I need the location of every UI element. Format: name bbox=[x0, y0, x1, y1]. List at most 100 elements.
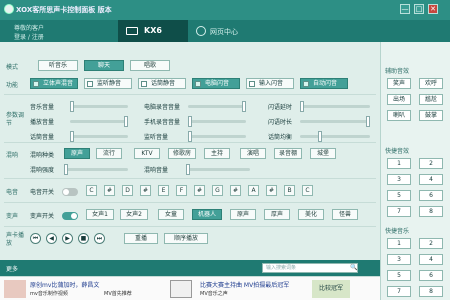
reverb-host-button[interactable]: 主持 bbox=[204, 148, 230, 159]
play-volume-slider[interactable] bbox=[70, 116, 128, 127]
tab-kx6[interactable]: KX6 bbox=[118, 20, 188, 42]
key-c-button[interactable]: C bbox=[86, 185, 97, 196]
ad-banner[interactable]: 比较冠军 bbox=[312, 280, 350, 298]
reverb-original-button[interactable]: 原声 bbox=[64, 148, 90, 159]
ad-image[interactable] bbox=[4, 280, 26, 298]
more-link[interactable]: 更多 bbox=[6, 264, 18, 273]
maximize-button[interactable]: □ bbox=[414, 4, 424, 14]
quick-effect-7[interactable]: 7 bbox=[387, 206, 411, 217]
effect-awkward-button[interactable]: 尴尬 bbox=[419, 94, 443, 105]
play-icon[interactable]: ▶ bbox=[62, 233, 73, 244]
ad-link-1[interactable]: 原创mv比蒲加时，薛昌文 bbox=[30, 280, 99, 289]
prev-icon[interactable]: ⏮ bbox=[30, 233, 41, 244]
mic-volume-slider[interactable] bbox=[70, 131, 128, 142]
mic-mute-checkbox[interactable]: 话筒静音 bbox=[138, 78, 186, 89]
reverb-castle-button[interactable]: 城堡 bbox=[310, 148, 336, 159]
reverb-volume-label: 混响音量 bbox=[144, 167, 169, 174]
order-play-button[interactable]: 顺序播放 bbox=[164, 233, 208, 244]
effect-entrance-button[interactable]: 出场 bbox=[387, 94, 411, 105]
key-g-sharp-button[interactable]: # bbox=[230, 185, 241, 196]
key-e-button[interactable]: E bbox=[158, 185, 169, 196]
stop-icon[interactable]: ■ bbox=[78, 233, 89, 244]
voice-female2-button[interactable]: 女声2 bbox=[120, 209, 148, 220]
flash-duration-slider[interactable] bbox=[300, 116, 370, 127]
key-d-button[interactable]: D bbox=[122, 185, 133, 196]
key-a-button[interactable]: A bbox=[248, 185, 259, 196]
quick-effect-6[interactable]: 6 bbox=[419, 190, 443, 201]
voice-beautify-button[interactable]: 美化 bbox=[298, 209, 324, 220]
quick-music-3[interactable]: 3 bbox=[387, 254, 411, 265]
divider bbox=[4, 94, 376, 95]
quick-music-5[interactable]: 5 bbox=[387, 270, 411, 281]
next-icon[interactable]: ⏭ bbox=[94, 233, 105, 244]
voice-original-button[interactable]: 原声 bbox=[230, 209, 256, 220]
quick-music-8[interactable]: 8 bbox=[419, 286, 443, 297]
monitor-volume-slider[interactable] bbox=[188, 131, 246, 142]
mode-chat-button[interactable]: 聊天 bbox=[84, 60, 124, 71]
key-a-sharp-button[interactable]: # bbox=[266, 185, 277, 196]
quick-effect-5[interactable]: 5 bbox=[387, 190, 411, 201]
voice-monster-button[interactable]: 怪兽 bbox=[332, 209, 358, 220]
rewind-icon[interactable]: ◀ bbox=[46, 233, 57, 244]
auto-flash-checkbox[interactable]: 自动闪音 bbox=[300, 78, 348, 89]
reverb-pop-button[interactable]: 流行 bbox=[96, 148, 122, 159]
quick-effect-8[interactable]: 8 bbox=[419, 206, 443, 217]
mode-music-button[interactable]: 听音乐 bbox=[38, 60, 78, 71]
voice-toggle[interactable] bbox=[62, 212, 78, 220]
key-b-button[interactable]: B bbox=[284, 185, 295, 196]
repeat-button[interactable]: 重播 bbox=[124, 233, 158, 244]
voice-child-button[interactable]: 女童 bbox=[158, 209, 184, 220]
effect-laugh-button[interactable]: 笑声 bbox=[387, 78, 411, 89]
voice-female1-button[interactable]: 女声1 bbox=[86, 209, 114, 220]
search-input[interactable]: 输入搜索词条 bbox=[262, 263, 358, 273]
quick-effect-1[interactable]: 1 bbox=[387, 158, 411, 169]
electric-toggle[interactable] bbox=[62, 188, 78, 196]
phone-record-volume-slider[interactable] bbox=[188, 116, 246, 127]
quick-music-2[interactable]: 2 bbox=[419, 238, 443, 249]
ad-link-5[interactable]: MV音乐之声 bbox=[200, 290, 228, 297]
tab-web-center[interactable]: 网页中心 bbox=[190, 20, 260, 42]
voice-robot-button[interactable]: 机器人 bbox=[192, 209, 222, 220]
search-icon[interactable]: 🔍 bbox=[350, 264, 357, 271]
right-panel: 辅助音效 笑声 欢呼 出场 尴尬 喇叭 鼓掌 快捷音效 1 2 3 4 5 6 … bbox=[380, 42, 450, 300]
mic-eq-slider[interactable] bbox=[300, 131, 370, 142]
mode-sing-button[interactable]: 唱歌 bbox=[130, 60, 170, 71]
key-f-sharp-button[interactable]: # bbox=[194, 185, 205, 196]
pc-flash-checkbox[interactable]: 电脑闪音 bbox=[192, 78, 240, 89]
quick-music-6[interactable]: 6 bbox=[419, 270, 443, 281]
effect-cheer-button[interactable]: 欢呼 bbox=[419, 78, 443, 89]
pc-record-volume-slider[interactable] bbox=[188, 101, 246, 112]
monitor-mute-checkbox[interactable]: 监听静音 bbox=[84, 78, 132, 89]
key-f-button[interactable]: F bbox=[176, 185, 187, 196]
quick-music-1[interactable]: 1 bbox=[387, 238, 411, 249]
ad-link-3[interactable]: mv音乐制作视频 bbox=[30, 290, 68, 297]
reverb-recording-button[interactable]: 录音棚 bbox=[274, 148, 302, 159]
reverb-studio-button[interactable]: 修歌房 bbox=[168, 148, 196, 159]
quick-effect-3[interactable]: 3 bbox=[387, 174, 411, 185]
reverb-concert-button[interactable]: 演唱 bbox=[240, 148, 266, 159]
voice-deep-button[interactable]: 厚声 bbox=[264, 209, 290, 220]
quick-music-4[interactable]: 4 bbox=[419, 254, 443, 265]
close-button[interactable]: ✕ bbox=[428, 4, 438, 14]
quick-music-7[interactable]: 7 bbox=[387, 286, 411, 297]
key-c-sharp-button[interactable]: # bbox=[104, 185, 115, 196]
ad-link-2[interactable]: 比赛大赛主持曲 MV拍摄最后冠军 bbox=[200, 280, 289, 289]
reverb-ktv-button[interactable]: KTV bbox=[134, 148, 160, 159]
ad-link-4[interactable]: MV首先推荐 bbox=[104, 290, 132, 297]
minimize-button[interactable]: — bbox=[400, 4, 410, 14]
effect-horn-button[interactable]: 喇叭 bbox=[387, 110, 411, 121]
voice-label: 变声 bbox=[6, 213, 19, 220]
login-link[interactable]: 登录 / 注册 bbox=[14, 32, 44, 41]
key-d-sharp-button[interactable]: # bbox=[140, 185, 151, 196]
effect-applause-button[interactable]: 鼓掌 bbox=[419, 110, 443, 121]
key-g-button[interactable]: G bbox=[212, 185, 223, 196]
reverb-volume-slider[interactable] bbox=[186, 164, 250, 175]
reverb-strength-slider[interactable] bbox=[64, 164, 128, 175]
input-flash-checkbox[interactable]: 输入闪音 bbox=[246, 78, 294, 89]
flash-delay-slider[interactable] bbox=[300, 101, 370, 112]
key-high-c-button[interactable]: C bbox=[302, 185, 313, 196]
music-volume-slider[interactable] bbox=[70, 101, 128, 112]
stereo-mix-checkbox[interactable]: 立体声混音 bbox=[30, 78, 78, 89]
quick-effect-4[interactable]: 4 bbox=[419, 174, 443, 185]
quick-effect-2[interactable]: 2 bbox=[419, 158, 443, 169]
